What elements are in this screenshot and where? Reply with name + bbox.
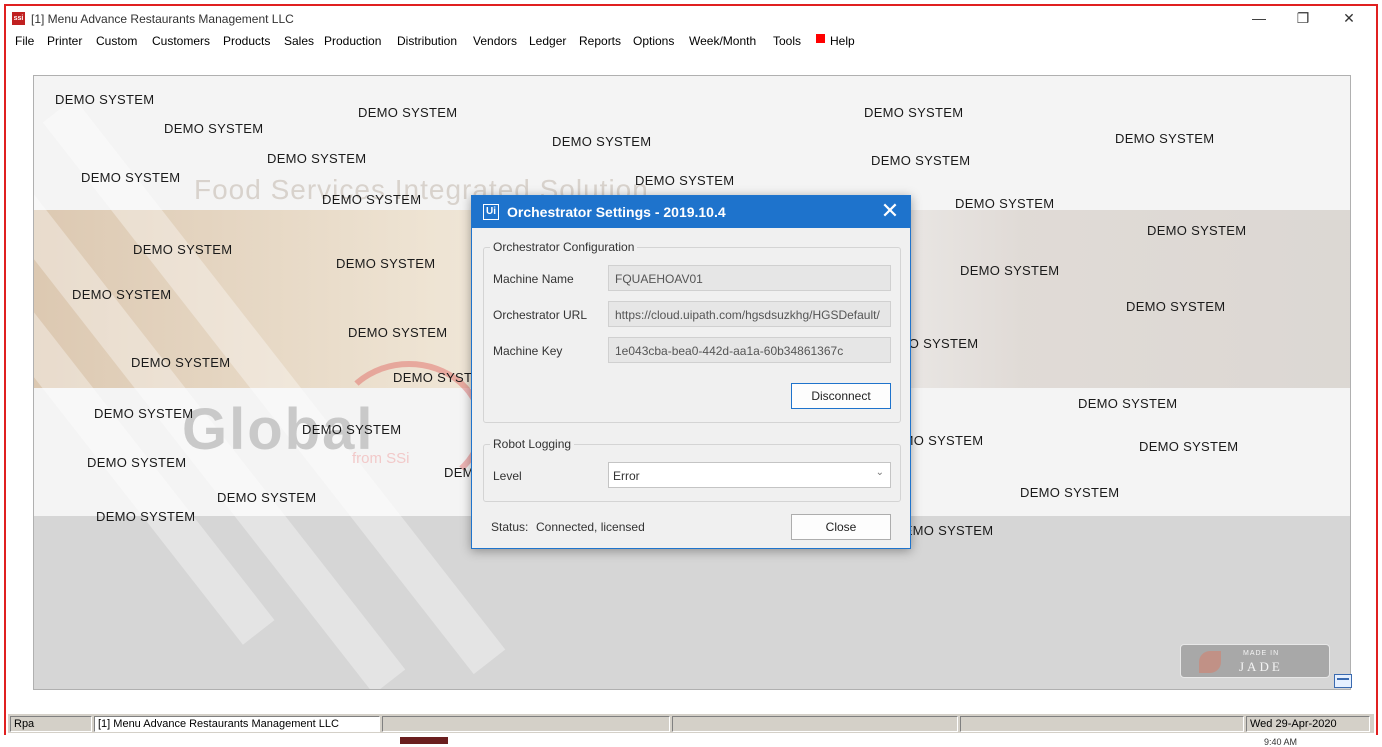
machine-name-field[interactable]: FQUAEHOAV01 (608, 265, 891, 291)
demo-watermark: DEMO SYSTEM (960, 263, 1060, 278)
machine-key-field[interactable]: 1e043cba-bea0-442d-aa1a-60b34861367c (608, 337, 891, 363)
demo-watermark: DEMO SYSTEM (267, 151, 367, 166)
demo-watermark: DEMO SYSTEM (55, 92, 155, 107)
made-in-jade-badge: MADE IN JADE (1180, 644, 1330, 678)
status-bar: Rpa [1] Menu Advance Restaurants Managem… (8, 713, 1374, 733)
status-user: Rpa (10, 716, 92, 732)
menu-printer[interactable]: Printer (47, 34, 82, 48)
machine-name-label: Machine Name (493, 272, 574, 286)
demo-watermark: DEMO SYSTEM (1020, 485, 1120, 500)
robot-logging-group: Robot Logging Level Error ⌄ (483, 437, 901, 502)
orchestrator-config-group: Orchestrator Configuration Machine Name … (483, 240, 901, 423)
menu-vendors[interactable]: Vendors (473, 34, 517, 48)
menu-products[interactable]: Products (223, 34, 270, 48)
disconnect-button[interactable]: Disconnect (791, 383, 891, 409)
demo-watermark: DEMO SYSTEM (552, 134, 652, 149)
demo-watermark: DEMO SYSTEM (81, 170, 181, 185)
title-bar: ssi [1] Menu Advance Restaurants Managem… (10, 8, 1372, 30)
demo-watermark: DEMO SYSTEM (96, 509, 196, 524)
menu-file[interactable]: File (15, 34, 34, 48)
menu-production[interactable]: Production (324, 34, 381, 48)
app-icon: ssi (12, 12, 25, 25)
demo-watermark: DEMO SYSTEM (131, 355, 231, 370)
demo-watermark: DEMO SYSTEM (871, 153, 971, 168)
demo-watermark: DEMO SYSTEM (302, 422, 402, 437)
dialog-close-button[interactable]: Close (791, 514, 891, 540)
config-group-label: Orchestrator Configuration (490, 240, 638, 254)
demo-watermark: DEMO SYSTEM (358, 105, 458, 120)
taskbar-fragment: 9:40 AM (0, 735, 1382, 747)
menu-tools[interactable]: Tools (773, 34, 801, 48)
badge-made-in: MADE IN (1243, 650, 1280, 657)
close-window-button[interactable]: ✕ (1326, 8, 1372, 30)
calendar-icon[interactable] (1334, 674, 1352, 688)
status-value: Connected, licensed (536, 520, 645, 534)
dialog-title-bar: Ui Orchestrator Settings - 2019.10.4 ✕ (472, 196, 910, 228)
menu-reports[interactable]: Reports (579, 34, 621, 48)
demo-watermark: DEMO SYSTEM (133, 242, 233, 257)
demo-watermark: DEMO SYSTEM (87, 455, 187, 470)
demo-watermark: DEMO SYSTEM (1115, 131, 1215, 146)
chevron-down-icon: ⌄ (875, 467, 884, 478)
menu-ledger[interactable]: Ledger (529, 34, 566, 48)
demo-watermark: DEMO SYSTEM (322, 192, 422, 207)
menu-sales[interactable]: Sales (284, 34, 314, 48)
machine-key-label: Machine Key (493, 344, 563, 358)
maximize-button[interactable]: ❐ (1280, 8, 1326, 30)
taskbar-clock: 9:40 AM (1264, 737, 1298, 747)
orchestrator-url-field[interactable]: https://cloud.uipath.com/hgsdsuzkhg/HGSD… (608, 301, 891, 327)
status-panel-empty (672, 716, 958, 732)
demo-watermark: DEMO SYSTEM (217, 490, 317, 505)
demo-watermark: DEMO SYSTEM (336, 256, 436, 271)
demo-watermark: DEMO SYSTEM (1147, 223, 1247, 238)
demo-watermark: DEMO SYSTEM (1126, 299, 1226, 314)
status-date: Wed 29-Apr-2020 (1246, 716, 1370, 732)
status-label: Status: (491, 520, 529, 534)
level-select[interactable]: Error ⌄ (608, 462, 891, 488)
menu-bar: File Printer Custom Customers Products S… (10, 31, 1372, 51)
jade-leaf-icon (1199, 651, 1221, 673)
level-label: Level (493, 469, 522, 483)
demo-watermark: DEMO SYSTEM (164, 121, 264, 136)
demo-watermark: DEMO SYSTEM (72, 287, 172, 302)
demo-watermark: DEMO SYSTEM (348, 325, 448, 340)
demo-watermark: DEMO SYSTEM (955, 196, 1055, 211)
status-company: [1] Menu Advance Restaurants Management … (94, 716, 380, 732)
badge-jade: JADE (1239, 659, 1283, 674)
brand-subtitle: from SSi (352, 450, 410, 467)
demo-watermark: DEMO SYSTEM (94, 406, 194, 421)
help-marker-icon (816, 34, 825, 43)
menu-help[interactable]: Help (830, 34, 855, 48)
menu-custom[interactable]: Custom (96, 34, 137, 48)
menu-customers[interactable]: Customers (152, 34, 210, 48)
uipath-logo-icon: Ui (483, 204, 499, 220)
minimize-button[interactable]: — (1236, 8, 1282, 30)
dialog-close-icon[interactable]: ✕ (878, 199, 902, 223)
orchestrator-url-label: Orchestrator URL (493, 308, 588, 322)
window-title: [1] Menu Advance Restaurants Management … (31, 12, 294, 26)
status-panel-empty (960, 716, 1244, 732)
menu-week-month[interactable]: Week/Month (689, 34, 756, 48)
menu-options[interactable]: Options (633, 34, 674, 48)
demo-watermark: DEMO SYSTEM (1078, 396, 1178, 411)
demo-watermark: DEMO SYSTEM (864, 105, 964, 120)
level-select-value: Error (613, 469, 640, 483)
orchestrator-settings-dialog: Ui Orchestrator Settings - 2019.10.4 ✕ O… (471, 195, 911, 549)
dialog-title: Orchestrator Settings - 2019.10.4 (507, 204, 726, 220)
logging-group-label: Robot Logging (490, 437, 575, 451)
demo-watermark: DEMO SYSTEM (635, 173, 735, 188)
status-panel-empty (382, 716, 670, 732)
taskbar-app-button[interactable] (400, 737, 448, 744)
menu-distribution[interactable]: Distribution (397, 34, 457, 48)
demo-watermark: DEMO SYSTEM (1139, 439, 1239, 454)
